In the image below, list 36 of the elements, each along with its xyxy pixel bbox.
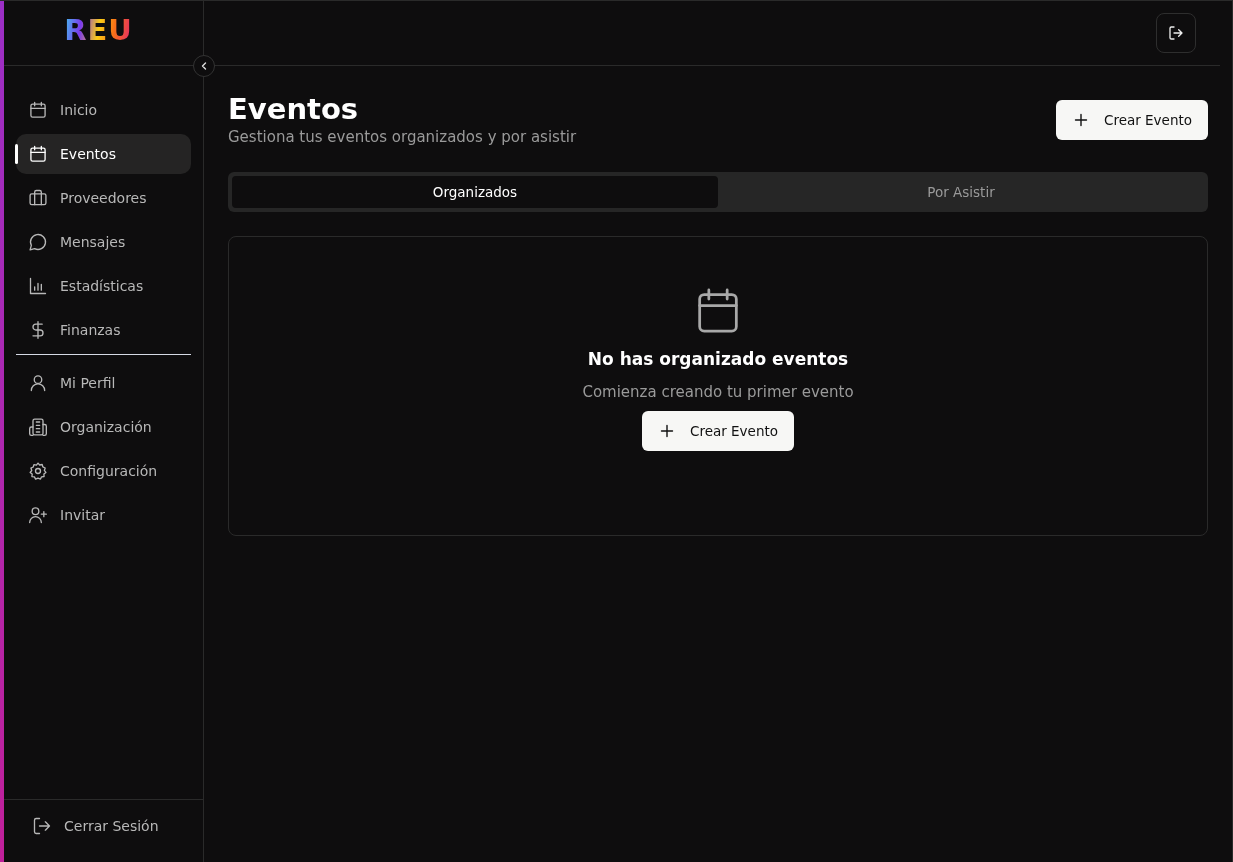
user-icon <box>28 373 48 393</box>
empty-state-title: No has organizado eventos <box>587 349 849 369</box>
chevron-left-icon <box>199 61 209 71</box>
page-title: Eventos <box>228 92 360 126</box>
nav-item[interactable]: Inicio <box>16 90 191 130</box>
logout-icon <box>1168 25 1184 41</box>
chat-bubble-icon <box>28 232 48 252</box>
plus-icon <box>659 424 674 438</box>
collapse-sidebar-button[interactable] <box>193 55 215 77</box>
user-plus-icon <box>28 505 48 525</box>
empty-state-message: Comienza creando tu primer evento <box>582 383 854 401</box>
create-event-button[interactable]: Crear Evento <box>641 411 794 451</box>
settings-icon <box>28 461 48 481</box>
logout-button[interactable] <box>1156 13 1196 53</box>
nav-item[interactable]: Mensajes <box>16 222 191 262</box>
logout-link[interactable]: Cerrar Sesión <box>32 816 175 836</box>
nav-item[interactable]: Proveedores <box>16 178 191 218</box>
bar-chart-icon <box>28 276 48 296</box>
tab[interactable]: Por Asistir <box>718 176 1204 208</box>
nav-item[interactable]: Estadísticas <box>16 266 191 306</box>
nav-item[interactable]: Invitar <box>16 495 191 535</box>
create-event-button[interactable]: Crear Evento <box>1055 100 1208 140</box>
briefcase-icon <box>28 188 48 208</box>
nav-item[interactable]: Configuración <box>16 451 191 491</box>
nav-item[interactable]: Organización <box>16 407 191 447</box>
tab[interactable]: Organizados <box>232 176 718 208</box>
calendar-icon <box>28 144 48 164</box>
logout-icon <box>32 816 52 836</box>
plus-icon <box>1073 113 1088 127</box>
nav-item[interactable]: Eventos <box>16 134 191 174</box>
calendar-icon <box>28 100 48 120</box>
nav-item[interactable]: Mi Perfil <box>16 363 191 403</box>
building-icon <box>28 417 48 437</box>
calendar-icon <box>696 287 740 335</box>
page-subtitle: Gestiona tus eventos organizados y por asistir <box>228 128 577 146</box>
nav-item[interactable]: Finanzas <box>16 310 191 350</box>
